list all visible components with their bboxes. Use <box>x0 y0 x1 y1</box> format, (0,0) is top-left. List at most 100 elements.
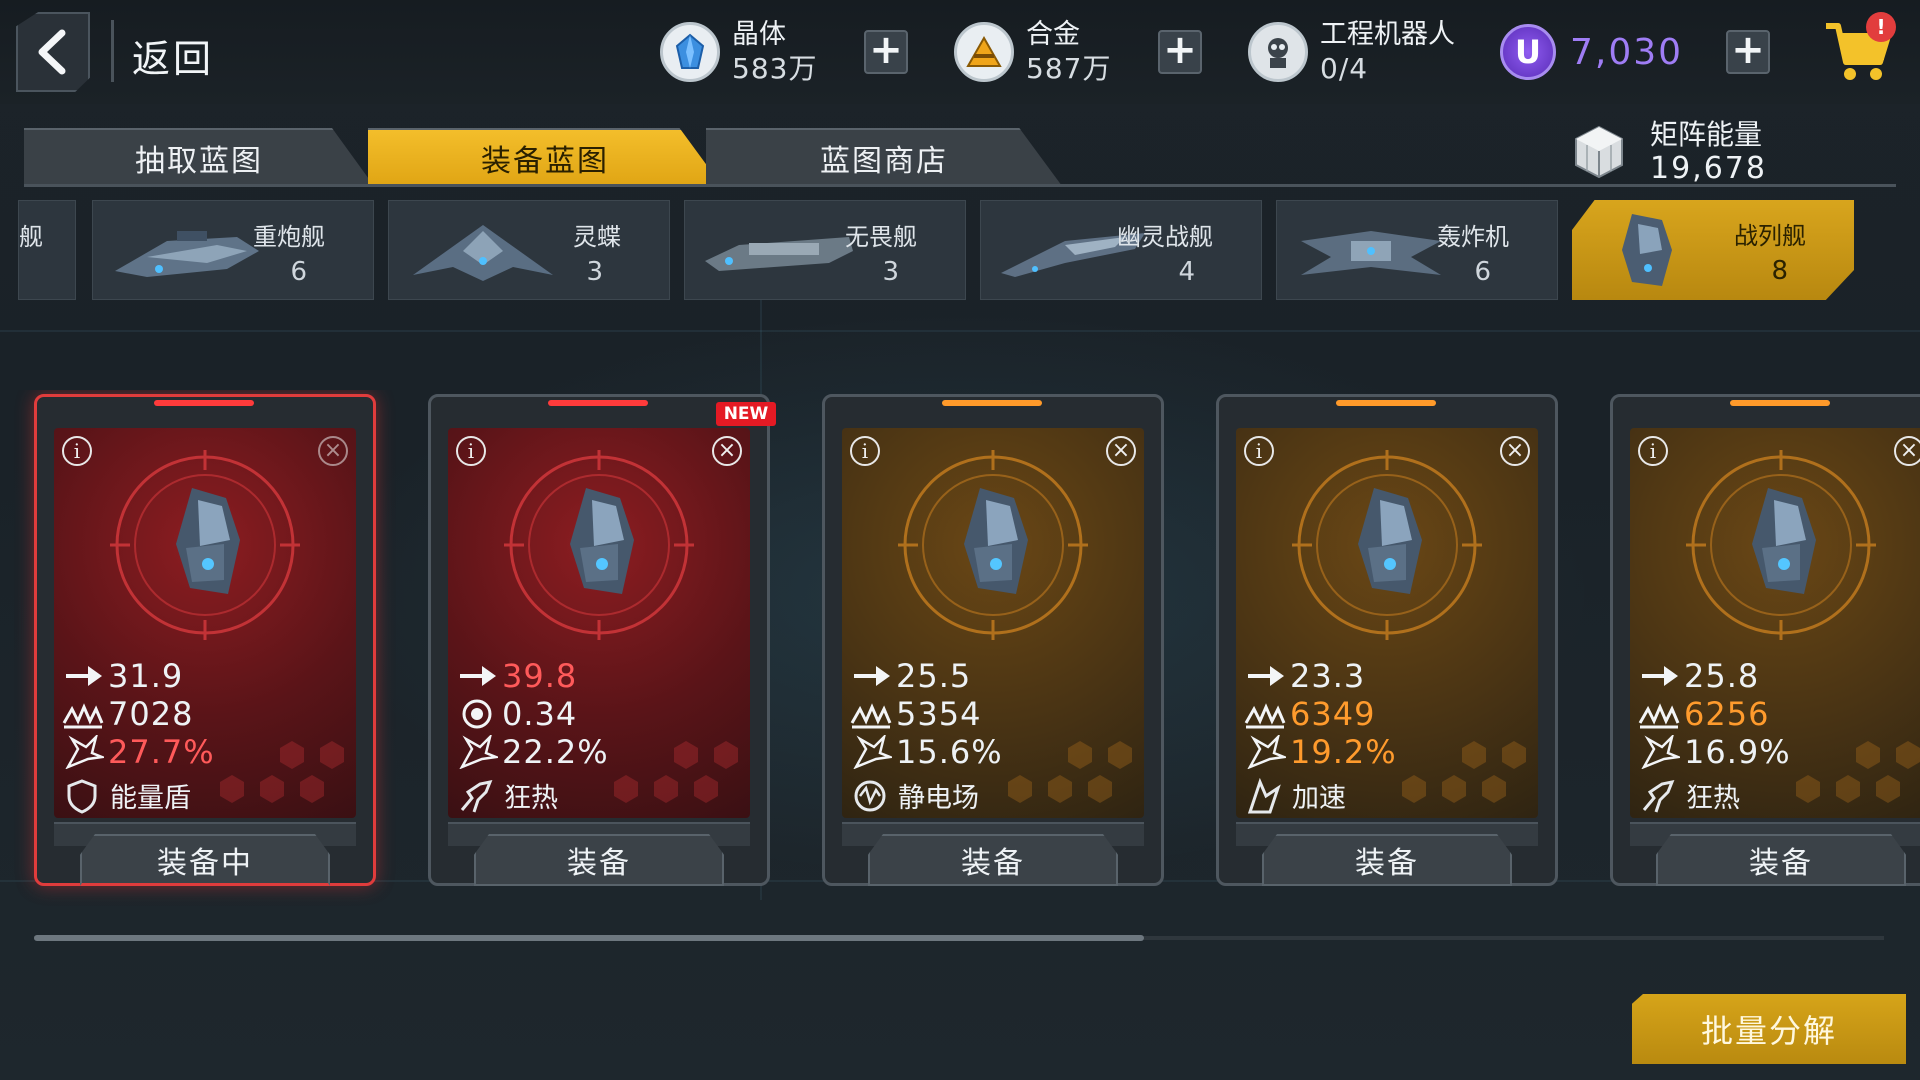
card-rarity-strip <box>1336 400 1436 406</box>
equip-button[interactable]: 装备 <box>474 834 724 886</box>
ship-filter-partial[interactable]: 舰 <box>18 200 76 300</box>
stat-secondary: 5354 <box>850 694 981 734</box>
matrix-energy-label: 矩阵能量 <box>1650 118 1763 151</box>
critical-burst-icon <box>1641 735 1680 769</box>
range-arrow-icon <box>1248 666 1284 686</box>
tab-equip-blueprint[interactable]: 装备蓝图 <box>368 128 722 186</box>
armor-icon <box>850 703 892 729</box>
resource-value: 583万 <box>732 52 818 85</box>
stat-value: 31.9 <box>108 657 184 695</box>
equip-button[interactable]: 装备 <box>1656 834 1906 886</box>
stat-value: 0.34 <box>502 695 578 733</box>
armor-icon <box>62 703 104 729</box>
chevron-left-icon <box>38 29 66 75</box>
ship-filter-bomber[interactable]: 轰炸机 6 <box>1276 200 1558 300</box>
frenzy-icon <box>460 779 493 812</box>
u-currency-value: 7,030 <box>1570 31 1684 73</box>
reload-icon <box>462 699 492 729</box>
ship-icon <box>705 237 853 271</box>
add-alloy-button[interactable]: + <box>1158 30 1202 74</box>
info-icon[interactable]: i <box>850 436 880 466</box>
stat-critical: 22.2% <box>456 732 609 772</box>
shield-icon <box>67 778 97 814</box>
ship-filter-dreadnought[interactable]: 无畏舰 3 <box>684 200 966 300</box>
matrix-energy: 矩阵能量 19,678 <box>1570 118 1767 186</box>
divider <box>111 20 114 82</box>
info-icon[interactable]: i <box>456 436 486 466</box>
card-skill: 狂热 <box>1640 776 1740 815</box>
card-skill: 静电场 <box>852 776 979 815</box>
blueprint-card[interactable]: i × 25.8 6256 16.9% 狂热 装备 <box>1610 394 1920 886</box>
critical-burst-icon <box>853 735 892 769</box>
ship-filter-ghost-warship[interactable]: 幽灵战舰 4 <box>980 200 1262 300</box>
close-icon[interactable]: × <box>712 436 742 466</box>
stat-secondary: 6349 <box>1244 694 1375 734</box>
stat-critical: 16.9% <box>1638 732 1791 772</box>
ship-filter-name: 轰炸机 <box>1437 223 1509 251</box>
stat-value: 19.2% <box>1290 733 1397 771</box>
ship-filter-name: 幽灵战舰 <box>1117 223 1213 251</box>
hex-pattern <box>220 741 344 803</box>
hex-pattern <box>1402 741 1526 803</box>
tab-draw-blueprint[interactable]: 抽取蓝图 <box>24 128 374 186</box>
bulk-dismantle-button[interactable]: 批量分解 <box>1632 994 1906 1064</box>
card-skill: 加速 <box>1246 776 1346 815</box>
notification-badge: ! <box>1866 12 1896 42</box>
close-icon[interactable]: × <box>1894 436 1920 466</box>
robot-icon <box>1248 22 1308 82</box>
battleship-icon <box>570 488 634 594</box>
add-u-currency-button[interactable]: + <box>1726 30 1770 74</box>
tab-blueprint-shop[interactable]: 蓝图商店 <box>706 128 1062 186</box>
ship-filter-count: 4 <box>1178 257 1195 287</box>
stat-range: 25.8 <box>1638 656 1759 696</box>
add-crystal-button[interactable]: + <box>864 30 908 74</box>
stat-value: 22.2% <box>502 733 609 771</box>
skill-name: 能量盾 <box>110 783 191 814</box>
ship-filter-count: 6 <box>290 257 307 287</box>
crystal-icon <box>660 22 720 82</box>
close-icon[interactable]: × <box>318 436 348 466</box>
critical-burst-icon <box>1247 735 1286 769</box>
blueprint-card[interactable]: i × 31.9 7028 27.7% 能量盾 装备中 <box>34 394 376 886</box>
stat-value: 6256 <box>1684 695 1770 733</box>
info-icon[interactable]: i <box>1638 436 1668 466</box>
ship-filter-battleship[interactable]: 战列舰 8 <box>1572 200 1854 300</box>
boost-icon <box>1247 777 1281 813</box>
blueprint-card-list: i × 31.9 7028 27.7% 能量盾 装备中 NEW i × 39.8… <box>0 390 1920 910</box>
ship-filter-name: 灵蝶 <box>573 223 621 251</box>
skill-name: 静电场 <box>898 783 979 814</box>
close-icon[interactable]: × <box>1106 436 1136 466</box>
stat-range: 23.3 <box>1244 656 1365 696</box>
alloy-icon <box>954 22 1014 82</box>
close-icon[interactable]: × <box>1500 436 1530 466</box>
card-skill: 狂热 <box>458 776 558 815</box>
card-skill: 能量盾 <box>64 776 191 815</box>
skill-name: 狂热 <box>1686 783 1740 814</box>
stat-range: 25.5 <box>850 656 971 696</box>
equip-button[interactable]: 装备中 <box>80 834 330 886</box>
ship-filter-spirit-butterfly[interactable]: 灵蝶 3 <box>388 200 670 300</box>
blueprint-card[interactable]: i × 23.3 6349 19.2% 加速 装备 <box>1216 394 1558 886</box>
resource-value: 587万 <box>1026 52 1112 85</box>
back-button[interactable] <box>16 12 90 92</box>
scrollbar-thumb[interactable] <box>34 935 1144 941</box>
back-label[interactable]: 返回 <box>132 28 214 83</box>
skill-name: 狂热 <box>504 783 558 814</box>
stat-value: 16.9% <box>1684 733 1791 771</box>
card-panel: i × 39.8 0.34 22.2% 狂热 <box>448 428 750 818</box>
resource-name: 工程机器人 <box>1320 19 1455 50</box>
card-rarity-strip <box>942 400 1042 406</box>
battleship-icon <box>176 488 240 594</box>
info-icon[interactable]: i <box>62 436 92 466</box>
resource-robot[interactable]: 工程机器人 0/4 <box>1248 14 1455 90</box>
equip-button[interactable]: 装备 <box>868 834 1118 886</box>
hex-pattern <box>1796 741 1920 803</box>
blueprint-card[interactable]: i × 25.5 5354 15.6% 静电场 装备 <box>822 394 1164 886</box>
card-rarity-strip <box>548 400 648 406</box>
matrix-cube-icon <box>1575 125 1623 179</box>
info-icon[interactable]: i <box>1244 436 1274 466</box>
blueprint-card[interactable]: NEW i × 39.8 0.34 22.2% 狂热 装备 <box>428 394 776 886</box>
static-field-icon <box>854 780 886 811</box>
ship-filter-heavy-gunship[interactable]: 重炮舰 6 <box>92 200 374 300</box>
equip-button[interactable]: 装备 <box>1262 834 1512 886</box>
